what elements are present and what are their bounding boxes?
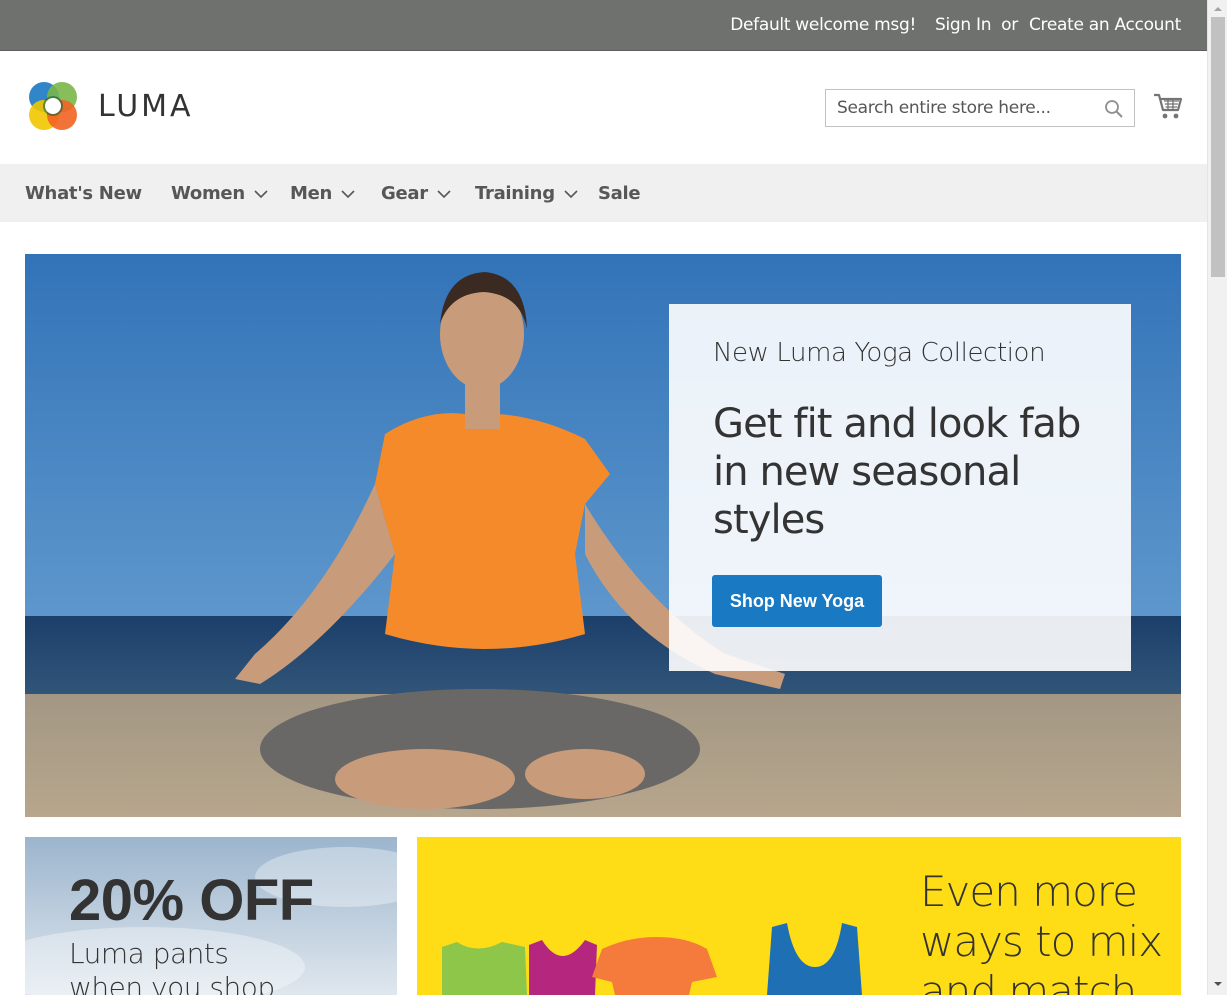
luma-logo-icon <box>29 82 77 130</box>
promo-mix-line: Even more <box>920 867 1138 916</box>
nav-item-men[interactable]: Men <box>290 164 355 222</box>
nav-item-whats-new[interactable]: What's New <box>25 164 142 222</box>
scroll-down-arrow-icon[interactable] <box>1213 979 1223 989</box>
or-separator: or <box>1001 15 1018 35</box>
nav-item-label: Training <box>475 182 555 204</box>
nav-item-women[interactable]: Women <box>171 164 268 222</box>
nav-item-sale[interactable]: Sale <box>598 164 641 222</box>
nav-item-label: Women <box>171 182 245 204</box>
promo-subtitle: Luma pants when you shop <box>69 937 275 995</box>
promo-subtitle-line: Luma pants <box>69 937 229 970</box>
vertical-scrollbar[interactable] <box>1207 0 1227 995</box>
promo-subtitle-line: when you shop <box>69 971 275 995</box>
create-account-link[interactable]: Create an Account <box>1029 15 1181 35</box>
main-navigation: What's New Women Men Gear Training Sale <box>0 164 1207 222</box>
nav-item-label: Men <box>290 182 333 204</box>
hero-promo-card: New Luma Yoga Collection Get fit and loo… <box>669 304 1131 671</box>
chevron-down-icon <box>254 189 268 198</box>
chevron-down-icon <box>437 189 451 198</box>
logo-text: LUMA <box>98 88 194 124</box>
search-icon[interactable] <box>1104 99 1124 119</box>
nav-item-label: Sale <box>598 182 641 204</box>
chevron-down-icon <box>564 189 578 198</box>
page-header: LUMA <box>0 51 1207 164</box>
promo-mix-line: and match <box>920 967 1137 995</box>
nav-item-gear[interactable]: Gear <box>381 164 451 222</box>
hero-headline: Get fit and look fab in new seasonal sty… <box>713 401 1081 543</box>
scrollbar-thumb[interactable] <box>1211 17 1225 277</box>
nav-item-label: What's New <box>25 182 142 204</box>
promo-mix-text: Even more ways to mix and match <box>920 867 1170 995</box>
promo-mix-match[interactable]: Even more ways to mix and match <box>417 837 1181 995</box>
search-input[interactable] <box>826 90 1097 126</box>
promo-mix-line: ways to mix <box>920 917 1163 966</box>
welcome-message: Default welcome msg! <box>730 15 916 35</box>
nav-item-label: Gear <box>381 182 428 204</box>
header-links: Default welcome msg! Sign In or Create a… <box>730 0 1181 50</box>
cart-icon[interactable] <box>1153 91 1183 121</box>
hero-kicker: New Luma Yoga Collection <box>713 338 1046 368</box>
search-box <box>825 89 1135 127</box>
top-panel: Default welcome msg! Sign In or Create a… <box>0 0 1207 51</box>
shop-new-yoga-button[interactable]: Shop New Yoga <box>712 575 882 627</box>
promo-discount: 20% OFF <box>69 868 314 933</box>
sign-in-link[interactable]: Sign In <box>935 15 991 35</box>
store-logo[interactable]: LUMA <box>26 79 194 133</box>
nav-item-training[interactable]: Training <box>475 164 578 222</box>
chevron-down-icon <box>341 189 355 198</box>
scroll-up-arrow-icon[interactable] <box>1213 4 1223 14</box>
hero-banner[interactable]: New Luma Yoga Collection Get fit and loo… <box>25 254 1181 817</box>
promo-pants[interactable]: 20% OFF Luma pants when you shop <box>25 837 397 995</box>
